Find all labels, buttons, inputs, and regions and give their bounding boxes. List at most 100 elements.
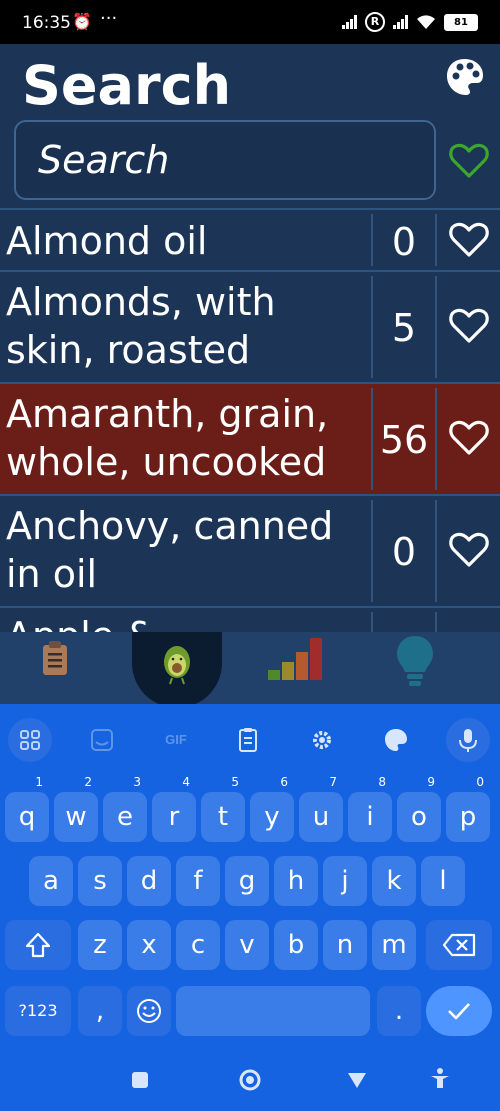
status-bar: 16:35 ⏰ ··· R 81 — [0, 0, 500, 44]
divider — [435, 388, 437, 490]
key-z[interactable]: z — [78, 920, 122, 970]
key-q[interactable]: q1 — [5, 776, 49, 842]
key-m[interactable]: m — [372, 920, 416, 970]
header: Search — [0, 44, 500, 119]
alarm-icon: ⏰ — [72, 12, 92, 31]
recents-square-icon[interactable] — [130, 1070, 150, 1090]
key-l[interactable]: l — [421, 856, 465, 906]
key-label: p — [459, 802, 477, 832]
palette-icon[interactable] — [374, 718, 418, 762]
avocado-icon — [164, 646, 190, 685]
back-triangle-icon[interactable] — [346, 1070, 368, 1090]
key-label: q — [18, 802, 36, 832]
comma-key[interactable]: , — [78, 986, 122, 1036]
key-label: u — [312, 802, 330, 832]
shift-key[interactable] — [5, 920, 71, 970]
favorite-heart-icon[interactable] — [447, 306, 491, 346]
enter-key[interactable] — [426, 986, 492, 1036]
key-d[interactable]: d — [127, 856, 171, 906]
gear-icon[interactable] — [300, 718, 344, 762]
key-b[interactable]: b — [274, 920, 318, 970]
key-label: o — [411, 802, 427, 832]
key-t[interactable]: t5 — [201, 776, 245, 842]
key-o[interactable]: o9 — [397, 776, 441, 842]
favorite-heart-icon[interactable] — [447, 530, 491, 570]
key-a[interactable]: a — [29, 856, 73, 906]
key-hint: 4 — [182, 775, 190, 789]
food-name: Almond oil — [6, 219, 208, 263]
roaming-badge: R — [365, 12, 385, 32]
key-v[interactable]: v — [225, 920, 269, 970]
key-f[interactable]: f — [176, 856, 220, 906]
key-u[interactable]: u7 — [299, 776, 343, 842]
keyboard-toolbar: GIF — [0, 704, 500, 774]
accessibility-icon[interactable] — [428, 1066, 452, 1090]
key-hint: 0 — [476, 775, 484, 789]
page-title: Search — [22, 54, 232, 117]
key-i[interactable]: i8 — [348, 776, 392, 842]
key-hint: 5 — [231, 775, 239, 789]
food-score: 0 — [391, 530, 417, 574]
signal-icon-2 — [393, 15, 408, 29]
mic-icon[interactable] — [446, 718, 490, 762]
list-item[interactable]: Almond oil 0 — [0, 208, 500, 270]
key-hint: 2 — [84, 775, 92, 789]
divider — [435, 500, 437, 602]
food-name: Anchovy, canned in oil — [6, 504, 334, 596]
shift-arrow-icon — [25, 932, 51, 958]
key-hint: 9 — [427, 775, 435, 789]
tab-search[interactable] — [132, 632, 222, 708]
key-n[interactable]: n — [323, 920, 367, 970]
home-circle-icon[interactable] — [238, 1068, 262, 1092]
key-hint: 6 — [280, 775, 288, 789]
key-h[interactable]: h — [274, 856, 318, 906]
key-label: w — [65, 802, 87, 832]
favorites-filter-heart-icon[interactable] — [448, 140, 490, 182]
battery-icon: 81 — [444, 13, 478, 31]
stats-bar-chart-icon[interactable] — [258, 632, 338, 692]
key-hint: 3 — [133, 775, 141, 789]
list-item[interactable]: Anchovy, canned in oil 0 — [0, 494, 500, 606]
key-label: i — [366, 802, 374, 832]
search-input[interactable] — [36, 134, 420, 186]
key-label: y — [264, 802, 280, 832]
signal-icon — [342, 15, 357, 29]
wifi-icon — [417, 15, 435, 29]
divider — [435, 214, 437, 266]
key-k[interactable]: k — [372, 856, 416, 906]
sticker-icon[interactable] — [80, 718, 124, 762]
food-score: 5 — [391, 306, 417, 350]
key-y[interactable]: y6 — [250, 776, 294, 842]
key-label: e — [117, 802, 133, 832]
key-g[interactable]: g — [225, 856, 269, 906]
symbols-key[interactable]: ?123 — [5, 986, 71, 1036]
divider — [435, 276, 437, 378]
list-item[interactable]: Almonds, with skin, roasted 5 — [0, 270, 500, 382]
list-item-highlighted[interactable]: Amaranth, grain, whole, uncooked 56 — [0, 382, 500, 494]
food-score: 0 — [391, 220, 417, 264]
key-w[interactable]: w2 — [54, 776, 98, 842]
diary-clipboard-icon[interactable] — [20, 632, 90, 692]
system-navigation-bar — [0, 1040, 500, 1111]
key-r[interactable]: r4 — [152, 776, 196, 842]
key-s[interactable]: s — [78, 856, 122, 906]
tips-lightbulb-icon[interactable] — [385, 632, 445, 692]
emoji-key[interactable] — [127, 986, 171, 1036]
period-key[interactable]: . — [377, 986, 421, 1036]
food-name: Almonds, with skin, roasted — [6, 280, 276, 372]
gif-button[interactable]: GIF — [154, 718, 198, 762]
key-x[interactable]: x — [127, 920, 171, 970]
apps-icon[interactable] — [8, 718, 52, 762]
palette-icon[interactable] — [444, 56, 486, 98]
key-label: r — [168, 802, 180, 832]
key-c[interactable]: c — [176, 920, 220, 970]
key-e[interactable]: e3 — [103, 776, 147, 842]
favorite-heart-icon[interactable] — [447, 418, 491, 458]
clipboard-icon[interactable] — [226, 718, 270, 762]
key-p[interactable]: p0 — [446, 776, 490, 842]
backspace-icon — [442, 933, 476, 957]
backspace-key[interactable] — [426, 920, 492, 970]
favorite-heart-icon[interactable] — [447, 220, 491, 260]
space-bar[interactable] — [176, 986, 370, 1036]
key-j[interactable]: j — [323, 856, 367, 906]
